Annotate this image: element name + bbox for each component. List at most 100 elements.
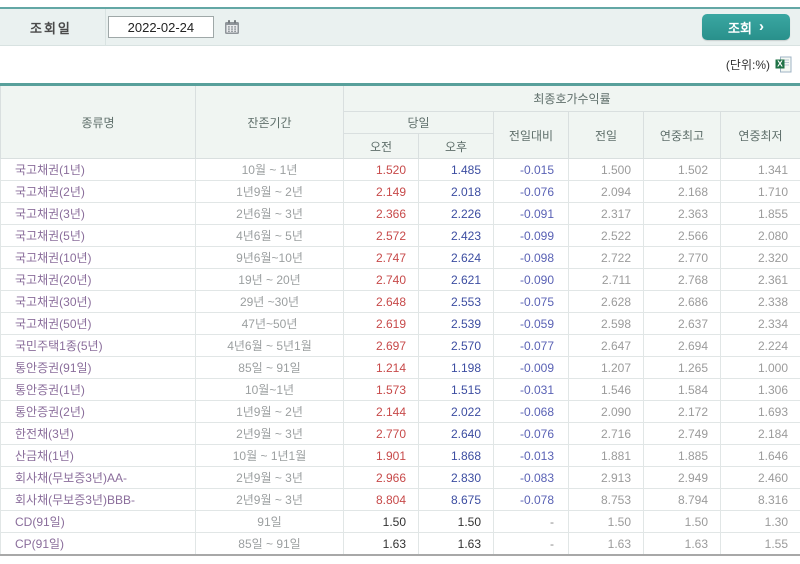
previous-day-cell: 1.50: [568, 510, 644, 533]
year-low-cell: 2.320: [720, 246, 800, 269]
date-input[interactable]: [107, 16, 214, 38]
search-button[interactable]: 조회 ›: [702, 14, 790, 40]
previous-day-cell: 2.647: [568, 334, 644, 357]
afternoon-yield-cell: 2.018: [418, 180, 494, 203]
afternoon-yield-cell: 2.423: [418, 224, 494, 247]
diff-cell: -0.091: [493, 202, 569, 225]
diff-cell: -0.075: [493, 290, 569, 313]
afternoon-yield-cell: 8.675: [418, 488, 494, 511]
table-row: 국고채권(20년) 19년 ~ 20년 2.740 2.621 -0.090 2.711 2…: [0, 268, 800, 291]
afternoon-yield-cell: 1.485: [418, 158, 494, 181]
morning-yield-cell: 1.50: [343, 510, 419, 533]
year-low-cell: 2.184: [720, 422, 800, 445]
morning-yield-cell: 2.149: [343, 180, 419, 203]
bond-name-cell: 국고채권(2년): [0, 180, 196, 203]
previous-day-cell: 2.090: [568, 400, 644, 423]
header-year-low: 연중최저: [720, 111, 800, 159]
table-row: 회사채(무보증3년)AA- 2년9월 ~ 3년 2.966 2.830 -0.083 2.…: [0, 466, 800, 489]
table-row: 국고채권(2년) 1년9월 ~ 2년 2.149 2.018 -0.076 2.094 2.…: [0, 180, 800, 203]
year-low-cell: 1.710: [720, 180, 800, 203]
morning-yield-cell: 2.697: [343, 334, 419, 357]
diff-cell: -0.015: [493, 158, 569, 181]
previous-day-cell: 2.317: [568, 202, 644, 225]
afternoon-yield-cell: 2.022: [418, 400, 494, 423]
table-row: 통안증권(91일) 85일 ~ 91일 1.214 1.198 -0.009 1.207 1…: [0, 356, 800, 379]
yield-table-body: 국고채권(1년) 10월 ~ 1년 1.520 1.485 -0.015 1.500 1.5…: [0, 158, 800, 556]
period-cell: 2년6월 ~ 3년: [195, 202, 344, 225]
afternoon-yield-cell: 2.640: [418, 422, 494, 445]
bond-name-cell: 산금채(1년): [0, 444, 196, 467]
year-high-cell: 1.265: [643, 356, 721, 379]
year-low-cell: 1.646: [720, 444, 800, 467]
previous-day-cell: 1.500: [568, 158, 644, 181]
year-high-cell: 2.694: [643, 334, 721, 357]
year-high-cell: 1.584: [643, 378, 721, 401]
bond-name-cell: 국고채권(50년): [0, 312, 196, 335]
afternoon-yield-cell: 1.50: [418, 510, 494, 533]
morning-yield-cell: 1.520: [343, 158, 419, 181]
year-high-cell: 2.363: [643, 202, 721, 225]
query-date-label: 조회일: [30, 20, 72, 36]
yield-table: 종류명 잔존기간 최종호가수익률 당일 전일대비 전일 연중최고 연중최저 오전…: [0, 83, 800, 556]
header-today: 당일: [343, 111, 494, 134]
diff-cell: -0.059: [493, 312, 569, 335]
diff-cell: -: [493, 510, 569, 533]
table-row: CP(91일) 85일 ~ 91일 1.63 1.63-1.63 1.63 1.55: [0, 532, 800, 556]
previous-day-cell: 2.711: [568, 268, 644, 291]
period-cell: 10월 ~ 1년1월: [195, 444, 344, 467]
yield-table-header: 종류명 잔존기간 최종호가수익률 당일 전일대비 전일 연중최고 연중최저 오전…: [0, 84, 800, 159]
year-low-cell: 2.080: [720, 224, 800, 247]
table-row: 국고채권(3년) 2년6월 ~ 3년 2.366 2.226 -0.091 2.317 2.…: [0, 202, 800, 225]
header-year-high: 연중최고: [643, 111, 721, 159]
diff-cell: -0.013: [493, 444, 569, 467]
previous-day-cell: 2.628: [568, 290, 644, 313]
year-high-cell: 1.50: [643, 510, 721, 533]
period-cell: 4년6월 ~ 5년1월: [195, 334, 344, 357]
query-bar: 조회일 조회 ›: [0, 9, 800, 46]
previous-day-cell: 1.207: [568, 356, 644, 379]
top-spacer: [0, 0, 800, 7]
year-high-cell: 2.686: [643, 290, 721, 313]
table-row: 국고채권(50년) 47년~50년 2.619 2.539 -0.059 2.598 2.6…: [0, 312, 800, 335]
bond-name-cell: 통안증권(91일): [0, 356, 196, 379]
previous-day-cell: 1.546: [568, 378, 644, 401]
afternoon-yield-cell: 2.830: [418, 466, 494, 489]
diff-cell: -0.068: [493, 400, 569, 423]
unit-label: (단위:%): [725, 58, 770, 72]
period-cell: 85일 ~ 91일: [195, 356, 344, 379]
year-high-cell: 2.768: [643, 268, 721, 291]
excel-download-icon[interactable]: X: [775, 56, 792, 73]
year-low-cell: 8.316: [720, 488, 800, 511]
afternoon-yield-cell: 1.515: [418, 378, 494, 401]
bond-name-cell: 국민주택1종(5년): [0, 334, 196, 357]
bond-name-cell: 국고채권(20년): [0, 268, 196, 291]
afternoon-yield-cell: 2.539: [418, 312, 494, 335]
period-cell: 29년 ~30년: [195, 290, 344, 313]
morning-yield-cell: 2.747: [343, 246, 419, 269]
header-remaining-period: 잔존기간: [195, 84, 344, 159]
previous-day-cell: 2.522: [568, 224, 644, 247]
year-low-cell: 1.341: [720, 158, 800, 181]
period-cell: 4년6월 ~ 5년: [195, 224, 344, 247]
diff-cell: -0.078: [493, 488, 569, 511]
period-cell: 2년9월 ~ 3년: [195, 466, 344, 489]
period-cell: 10월~1년: [195, 378, 344, 401]
morning-yield-cell: 2.770: [343, 422, 419, 445]
period-cell: 2년9월 ~ 3년: [195, 422, 344, 445]
afternoon-yield-cell: 1.63: [418, 532, 494, 556]
year-low-cell: 1.855: [720, 202, 800, 225]
header-final-yield-group: 최종호가수익률: [343, 84, 800, 112]
calendar-icon[interactable]: [224, 19, 240, 35]
bond-name-cell: 통안증권(1년): [0, 378, 196, 401]
afternoon-yield-cell: 2.624: [418, 246, 494, 269]
diff-cell: -: [493, 532, 569, 556]
diff-cell: -0.009: [493, 356, 569, 379]
afternoon-yield-cell: 2.570: [418, 334, 494, 357]
header-vs-previous-day: 전일대비: [493, 111, 569, 159]
period-cell: 47년~50년: [195, 312, 344, 335]
year-high-cell: 2.770: [643, 246, 721, 269]
table-row: 국고채권(1년) 10월 ~ 1년 1.520 1.485 -0.015 1.500 1.5…: [0, 158, 800, 181]
year-low-cell: 1.000: [720, 356, 800, 379]
year-low-cell: 1.55: [720, 532, 800, 556]
morning-yield-cell: 8.804: [343, 488, 419, 511]
